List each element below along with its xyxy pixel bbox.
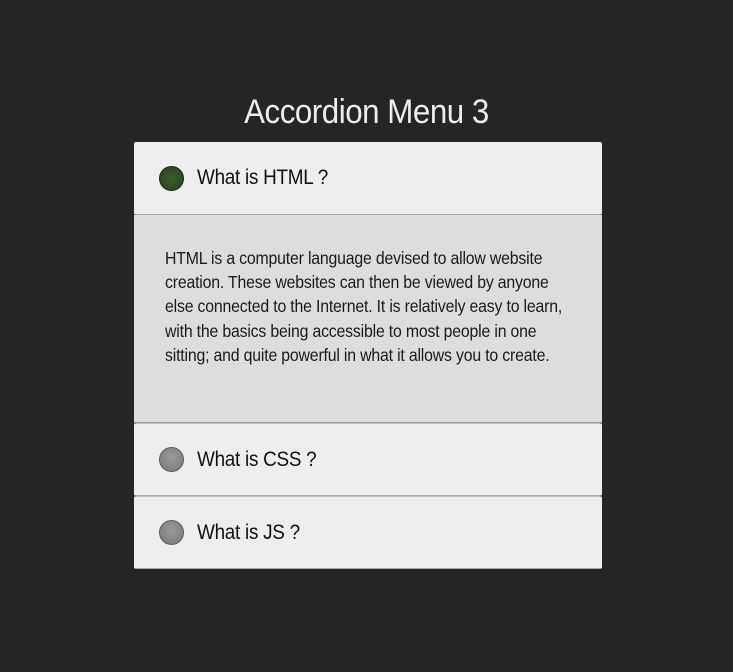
inactive-indicator-dot-icon bbox=[159, 447, 184, 472]
accordion-item-js: What is JS ? bbox=[134, 496, 602, 569]
active-indicator-dot-icon bbox=[159, 165, 184, 191]
accordion-panel-html: HTML is a computer language devised to a… bbox=[134, 215, 602, 423]
accordion: What is HTML ? HTML is a computer langua… bbox=[134, 142, 602, 569]
accordion-question-label: What is CSS ? bbox=[197, 447, 317, 471]
page-title: Accordion Menu 3 bbox=[244, 92, 489, 131]
accordion-item-html: What is HTML ? HTML is a computer langua… bbox=[134, 142, 602, 423]
accordion-question-label: What is HTML ? bbox=[197, 166, 329, 189]
accordion-header-js[interactable]: What is JS ? bbox=[134, 496, 602, 569]
accordion-answer-text: HTML is a computer language devised to a… bbox=[165, 248, 563, 365]
inactive-indicator-dot-icon bbox=[159, 520, 184, 545]
accordion-question-label: What is JS ? bbox=[197, 520, 300, 544]
accordion-header-html[interactable]: What is HTML ? bbox=[134, 142, 602, 215]
accordion-item-css: What is CSS ? bbox=[134, 423, 602, 496]
accordion-header-css[interactable]: What is CSS ? bbox=[134, 423, 602, 496]
